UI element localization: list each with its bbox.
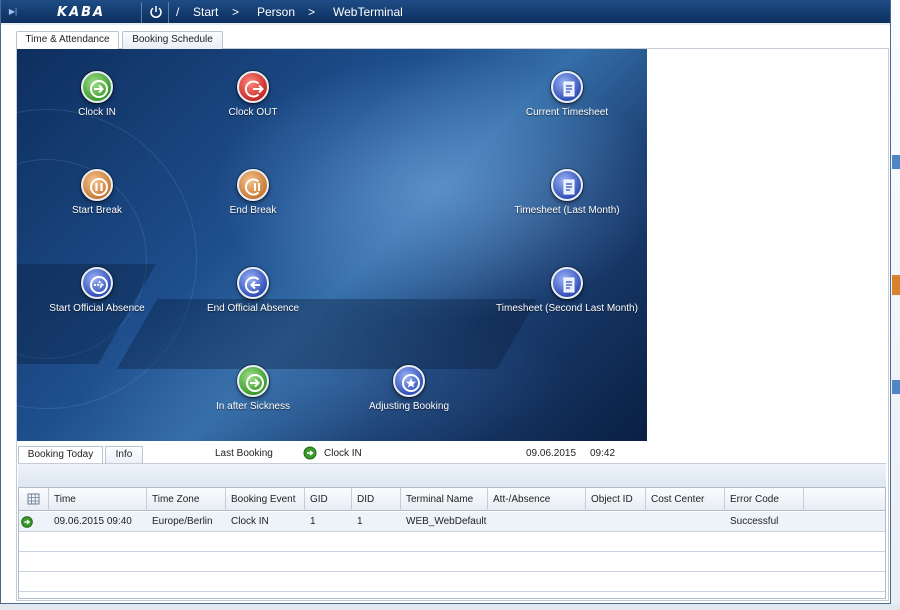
cell-time-zone: Europe/Berlin [152, 516, 213, 527]
cell-terminal-name: WEB_WebDefault [406, 516, 487, 527]
clock-in-icon [81, 71, 113, 103]
timesheet-last-month-button[interactable]: Timesheet (Last Month) [487, 169, 647, 229]
end-break-button[interactable]: End Break [173, 169, 333, 229]
timesheet-icon [551, 71, 583, 103]
last-booking-event: Clock IN [324, 448, 362, 459]
table-header: Time Time Zone Booking Event GID DID Ter… [19, 488, 885, 511]
cell-object-id [586, 512, 646, 532]
timesheet-second-last-month-button[interactable]: Timesheet (Second Last Month) [487, 267, 647, 327]
breadcrumb-webterminal[interactable]: WebTerminal [333, 6, 403, 19]
last-booking-time: 09:42 [590, 448, 616, 459]
column-header-att-absence[interactable]: Att-/Absence [488, 488, 586, 511]
table-row[interactable]: 09.06.2015 09:40 Europe/Berlin Clock IN … [19, 512, 885, 532]
web-terminal-window: ▶| KABA / Start > Person > WebTerminal T… [0, 0, 891, 604]
grid-settings-icon[interactable] [19, 488, 49, 511]
column-header-terminal-name[interactable]: Terminal Name [401, 488, 488, 511]
divider [168, 2, 169, 23]
table-row-empty [19, 532, 885, 552]
start-break-button[interactable]: Start Break [17, 169, 177, 229]
end-absence-icon [237, 267, 269, 299]
end-official-absence-button[interactable]: End Official Absence [173, 267, 333, 327]
timesheet-second-last-month-label: Timesheet (Second Last Month) [496, 303, 638, 314]
tab-time-attendance[interactable]: Time & Attendance [16, 31, 119, 50]
current-timesheet-label: Current Timesheet [525, 107, 609, 118]
column-header-time[interactable]: Time [49, 488, 147, 511]
in-after-sickness-label: In after Sickness [216, 401, 290, 412]
cell-cost-center [646, 512, 725, 532]
end-official-absence-label: End Official Absence [206, 303, 300, 314]
green-arrow-icon [303, 446, 317, 460]
end-break-label: End Break [229, 205, 277, 216]
cell-gid: 1 [310, 516, 316, 527]
column-header-object-id[interactable]: Object ID [586, 488, 646, 511]
column-header-did[interactable]: DID [352, 488, 401, 511]
breadcrumb-root: / [176, 5, 180, 19]
background-marker [892, 380, 900, 394]
background-marker [892, 275, 900, 295]
column-header-error-code[interactable]: Error Code [725, 488, 804, 511]
table-row-empty [19, 572, 885, 592]
timesheet-icon [551, 267, 583, 299]
clock-out-icon [237, 71, 269, 103]
column-header-time-zone[interactable]: Time Zone [147, 488, 226, 511]
last-booking-label: Last Booking [215, 448, 273, 459]
last-booking-date: 09.06.2015 [526, 448, 577, 459]
in-after-sickness-icon [237, 365, 269, 397]
cell-did: 1 [357, 516, 363, 527]
terminal-action-panel: Clock IN Clock OUT Current Timesheet Sta… [17, 49, 647, 441]
clock-out-button[interactable]: Clock OUT [173, 71, 333, 131]
column-header-booking-event[interactable]: Booking Event [226, 488, 305, 511]
tab-booking-schedule[interactable]: Booking Schedule [122, 31, 223, 49]
adjusting-booking-button[interactable]: Adjusting Booking [329, 365, 489, 425]
adjust-star-icon [393, 365, 425, 397]
clock-in-button[interactable]: Clock IN [17, 71, 177, 131]
adjusting-booking-label: Adjusting Booking [368, 401, 450, 412]
breadcrumb-person[interactable]: Person [257, 6, 295, 19]
column-header-cost-center[interactable]: Cost Center [646, 488, 725, 511]
clock-out-label: Clock OUT [228, 107, 278, 118]
start-official-absence-label: Start Official Absence [49, 303, 145, 314]
end-break-icon [237, 169, 269, 201]
breadcrumb-start[interactable]: Start [193, 6, 218, 19]
toolbar-band [18, 463, 886, 487]
cell-error-code: Successful [730, 516, 779, 527]
collapse-icon[interactable]: ▶| [5, 4, 21, 20]
start-absence-icon [81, 267, 113, 299]
clock-in-label: Clock IN [78, 107, 116, 118]
power-icon[interactable] [148, 4, 164, 20]
start-break-icon [81, 169, 113, 201]
top-navigation-bar: ▶| KABA / Start > Person > WebTerminal [1, 0, 890, 25]
column-header-gid[interactable]: GID [305, 488, 352, 511]
start-break-label: Start Break [71, 205, 123, 216]
booking-table: Time Time Zone Booking Event GID DID Ter… [18, 487, 886, 599]
breadcrumb-separator: > [232, 5, 240, 19]
tab-booking-today[interactable]: Booking Today [18, 446, 103, 464]
in-after-sickness-button[interactable]: In after Sickness [173, 365, 333, 425]
cell-time: 09.06.2015 09:40 [54, 516, 132, 527]
background-marker [892, 155, 900, 169]
cell-booking-event: Clock IN [231, 516, 269, 527]
divider [141, 2, 142, 23]
breadcrumb-separator: > [308, 5, 316, 19]
table-row-empty [19, 552, 885, 572]
timesheet-last-month-label: Timesheet (Last Month) [514, 205, 620, 216]
timesheet-icon [551, 169, 583, 201]
cell-att-absence [488, 512, 586, 532]
current-timesheet-button[interactable]: Current Timesheet [487, 71, 647, 131]
kaba-logo: KABA [57, 5, 106, 20]
bottom-edge [0, 604, 900, 610]
tab-info[interactable]: Info [105, 446, 143, 463]
green-arrow-icon [21, 516, 33, 528]
start-official-absence-button[interactable]: Start Official Absence [17, 267, 177, 327]
